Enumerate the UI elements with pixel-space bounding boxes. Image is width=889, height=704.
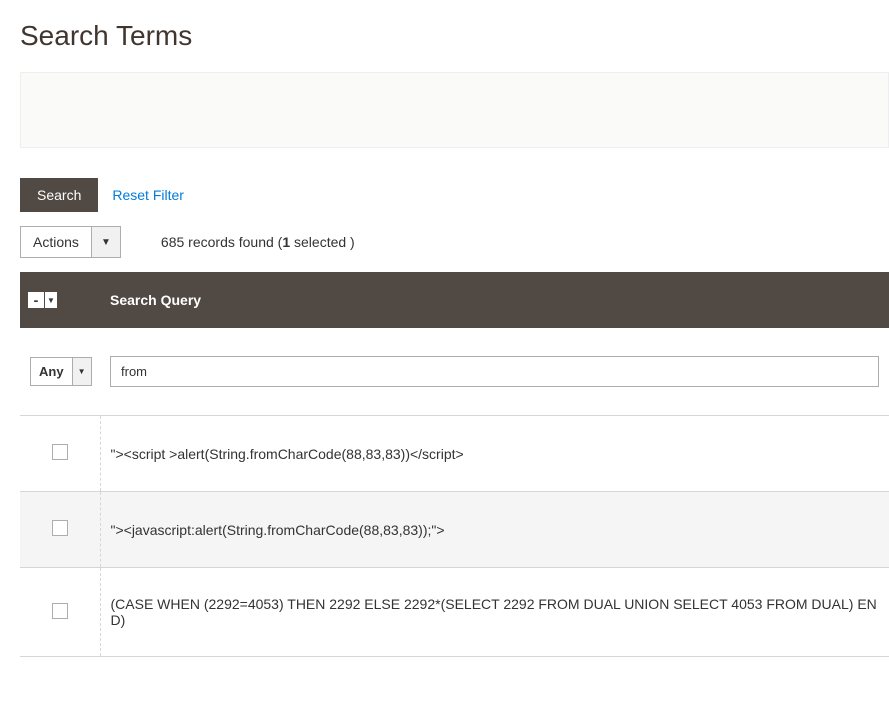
records-selected-count: 1 (282, 234, 290, 250)
grid-header-row: - ▼ Search Query (20, 272, 889, 328)
filter-controls: Search Reset Filter (0, 148, 889, 212)
chevron-down-icon: ▼ (45, 292, 57, 308)
search-query-cell[interactable]: (CASE WHEN (2292=4053) THEN 2292 ELSE 22… (100, 568, 889, 657)
grid-filter-row: Any ▼ (20, 328, 889, 416)
records-prefix: 685 records found ( (161, 234, 282, 250)
actions-row: Actions ▼ 685 records found (1 selected … (0, 212, 889, 272)
row-checkbox[interactable] (52, 444, 68, 460)
reset-filter-link[interactable]: Reset Filter (112, 187, 184, 203)
search-query-filter-input[interactable] (110, 356, 879, 387)
table-row: (CASE WHEN (2292=4053) THEN 2292 ELSE 22… (20, 568, 889, 657)
filter-search-query-cell (100, 328, 889, 416)
filter-any-cell: Any ▼ (20, 328, 100, 416)
column-header-search-query[interactable]: Search Query (100, 272, 889, 328)
row-checkbox[interactable] (52, 520, 68, 536)
search-terms-grid: - ▼ Search Query Any ▼ "><script >alert(… (20, 272, 889, 657)
select-all-header[interactable]: - ▼ (20, 272, 100, 328)
actions-dropdown-label: Actions (21, 227, 92, 257)
chevron-down-icon: ▼ (92, 227, 120, 257)
search-query-cell[interactable]: "><script >alert(String.fromCharCode(88,… (100, 416, 889, 492)
any-filter-dropdown[interactable]: Any ▼ (30, 357, 92, 386)
search-button[interactable]: Search (20, 178, 98, 212)
select-all-indeterminate-icon: - (28, 292, 44, 308)
actions-dropdown[interactable]: Actions ▼ (20, 226, 121, 258)
records-found-text: 685 records found (1 selected ) (161, 234, 355, 250)
table-row: "><script >alert(String.fromCharCode(88,… (20, 416, 889, 492)
table-row: "><javascript:alert(String.fromCharCode(… (20, 492, 889, 568)
search-query-cell[interactable]: "><javascript:alert(String.fromCharCode(… (100, 492, 889, 568)
message-area (20, 72, 889, 148)
records-suffix: selected ) (290, 234, 355, 250)
chevron-down-icon: ▼ (73, 358, 91, 385)
any-filter-label: Any (31, 358, 73, 385)
row-checkbox[interactable] (52, 603, 68, 619)
page-title: Search Terms (0, 0, 889, 72)
